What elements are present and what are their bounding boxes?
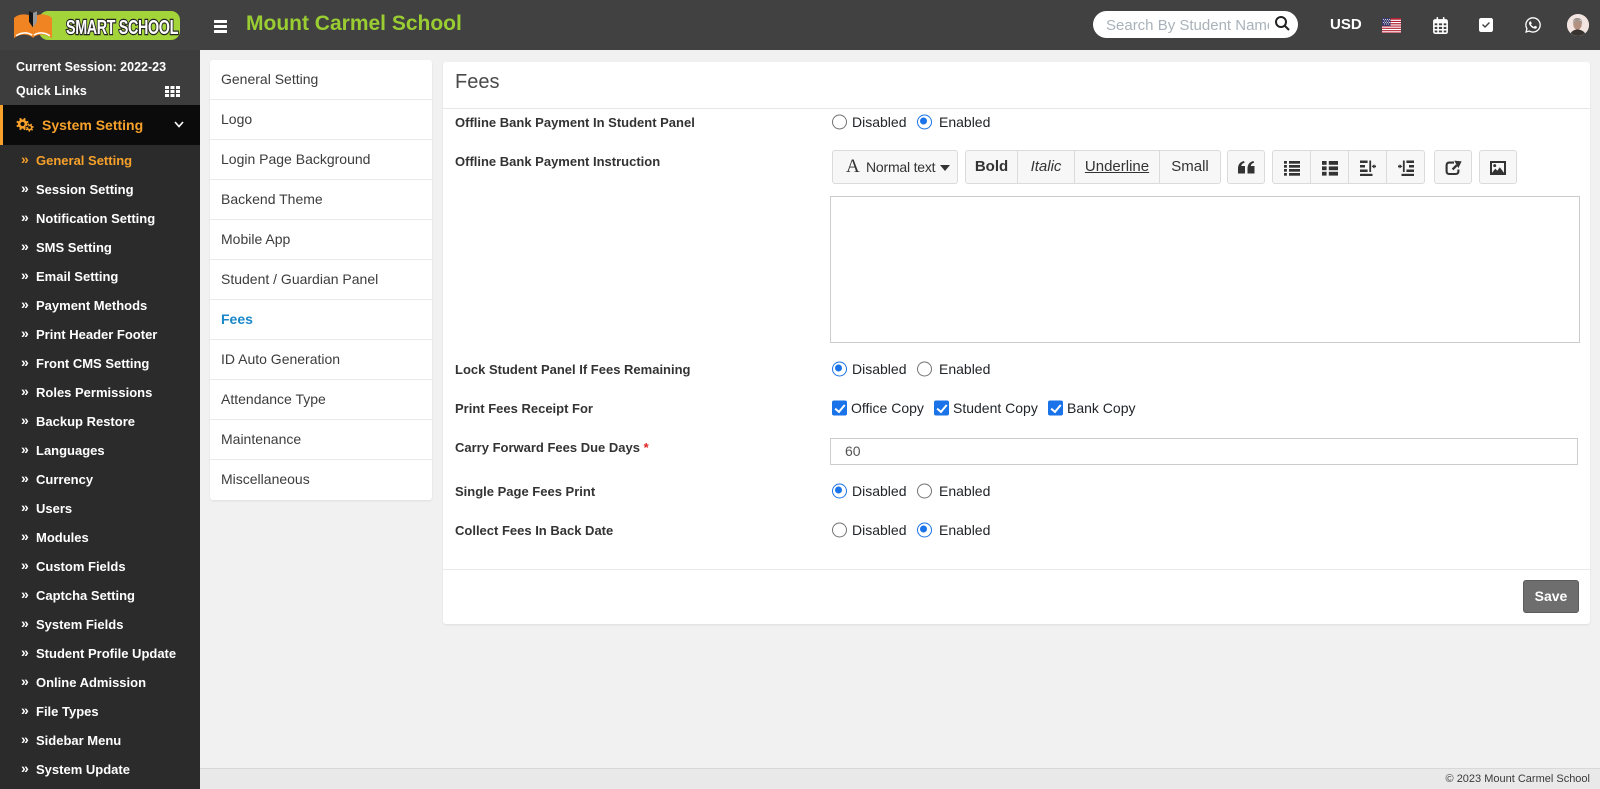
svg-text:SMART SCHOOL: SMART SCHOOL xyxy=(66,17,178,39)
